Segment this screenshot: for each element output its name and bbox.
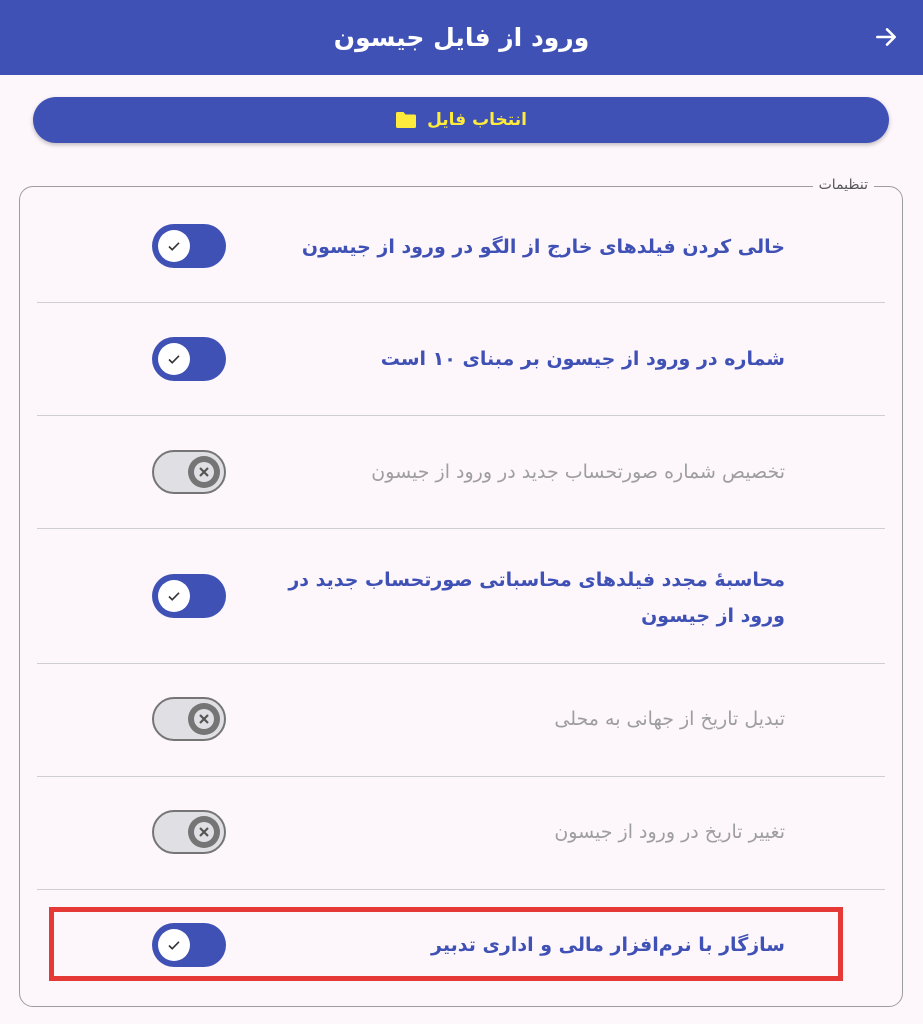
setting-row-change-date: تغییر تاریخ در ورود از جیسون <box>37 801 885 865</box>
choose-file-button[interactable]: انتخاب فایل <box>33 97 889 143</box>
close-icon <box>188 703 220 735</box>
back-button[interactable] <box>869 20 903 54</box>
setting-label: شماره در ورود از جیسون بر مبنای ۱۰ است <box>380 348 785 370</box>
settings-legend: تنظیمات <box>812 177 874 193</box>
divider <box>37 415 885 416</box>
close-icon <box>188 456 220 488</box>
setting-label: محاسبهٔ مجدد فیلدهای محاسباتی صورتحساب ج… <box>288 569 785 627</box>
divider <box>37 776 885 777</box>
app-bar: ورود از فایل جیسون <box>0 0 923 75</box>
setting-label: خالی کردن فیلدهای خارج از الگو در ورود ا… <box>301 236 785 258</box>
toggle-new-invoice-number[interactable] <box>152 450 226 494</box>
divider <box>37 528 885 529</box>
setting-row-base-10: شماره در ورود از جیسون بر مبنای ۱۰ است <box>37 328 885 392</box>
toggle-clear-fields[interactable] <box>152 224 226 268</box>
setting-label: تخصیص شماره صورتحساب جدید در ورود از جیس… <box>371 461 785 483</box>
setting-row-recalculate: محاسبهٔ مجدد فیلدهای محاسباتی صورتحساب ج… <box>37 550 885 642</box>
close-icon <box>188 816 220 848</box>
check-icon <box>158 580 190 612</box>
setting-label: تبدیل تاریخ از جهانی به محلی <box>554 708 785 730</box>
folder-icon <box>395 111 417 129</box>
setting-row-clear-fields: خالی کردن فیلدهای خارج از الگو در ورود ا… <box>37 215 885 279</box>
toggle-utc-to-local[interactable] <box>152 697 226 741</box>
setting-label: تغییر تاریخ در ورود از جیسون <box>554 821 785 843</box>
toggle-recalculate[interactable] <box>152 574 226 618</box>
setting-row-utc-to-local: تبدیل تاریخ از جهانی به محلی <box>37 688 885 752</box>
setting-row-new-invoice-number: تخصیص شماره صورتحساب جدید در ورود از جیس… <box>37 441 885 505</box>
divider <box>37 889 885 890</box>
toggle-change-date[interactable] <box>152 810 226 854</box>
divider <box>37 302 885 303</box>
toggle-base-10[interactable] <box>152 337 226 381</box>
choose-file-label: انتخاب فایل <box>427 110 527 130</box>
highlight-box <box>49 907 843 981</box>
divider <box>37 663 885 664</box>
check-icon <box>158 343 190 375</box>
check-icon <box>158 230 190 262</box>
page-title: ورود از فایل جیسون <box>333 23 590 52</box>
arrow-right-icon <box>876 28 896 46</box>
